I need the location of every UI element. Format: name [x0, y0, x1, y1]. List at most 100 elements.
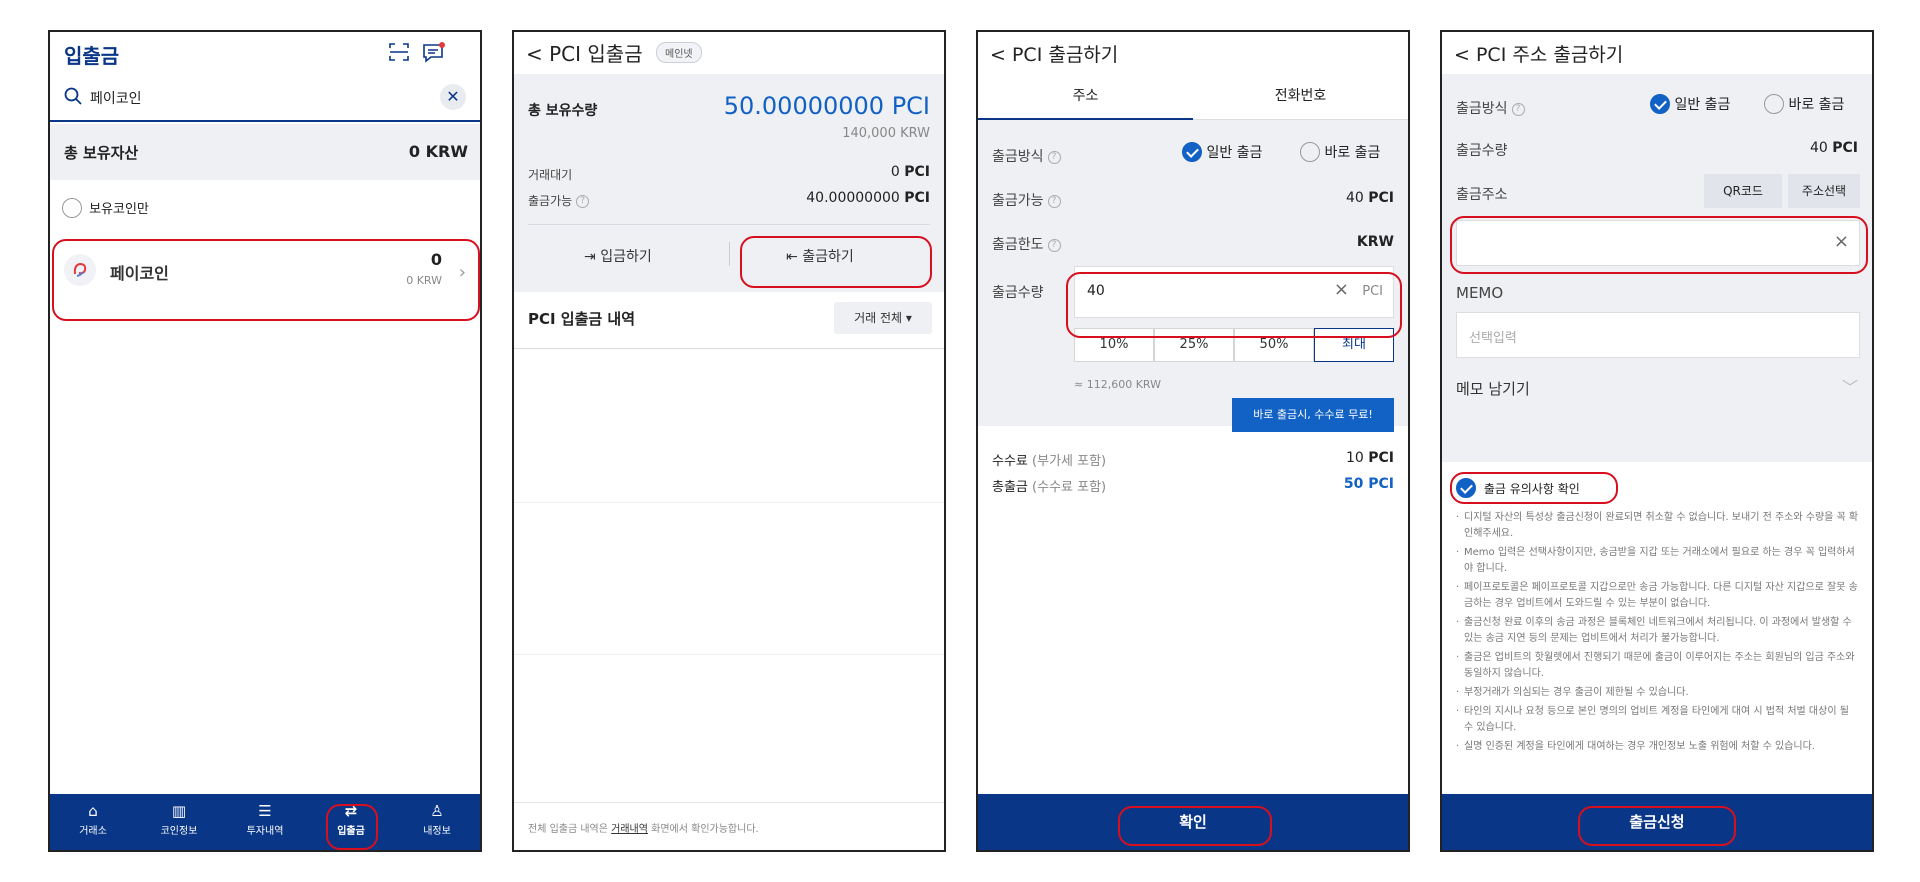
owned-only-filter[interactable]: 보유코인만 — [62, 197, 149, 218]
divider — [528, 224, 930, 225]
divider — [729, 242, 730, 266]
check-icon — [1456, 478, 1476, 498]
withdraw-icon: ⇤ — [786, 249, 798, 265]
check-icon — [1650, 94, 1670, 114]
coin-name: 페이코인 — [110, 264, 169, 283]
history-link[interactable]: 거래내역 — [611, 824, 648, 835]
address-input[interactable]: × — [1456, 220, 1860, 266]
qr-code-button[interactable]: QR코드 — [1704, 174, 1782, 208]
limit-value: KRW — [1356, 234, 1394, 250]
tab-coin-info[interactable]: ▥ 코인정보 — [136, 794, 222, 850]
clear-icon[interactable]: × — [1334, 279, 1349, 300]
holding-label: 총 보유수량 — [528, 103, 598, 119]
pct-max-button[interactable]: 최대 — [1314, 328, 1394, 362]
radio-icon — [1300, 142, 1320, 162]
tab-address[interactable]: 주소 — [978, 74, 1193, 120]
deposit-icon: ⇥ — [584, 249, 596, 265]
bottom-tab-bar: ⌂ 거래소 ▥ 코인정보 ☰ 투자내역 ⇄ 입출금 ♙ 내정보 — [50, 794, 480, 850]
qty-value: 40 PCI — [1809, 140, 1858, 156]
method-normal-option[interactable]: 일반 출금 — [1182, 142, 1262, 162]
withdraw-button[interactable]: ⇤ 출금하기 — [786, 246, 854, 266]
pct-50-button[interactable]: 50% — [1234, 328, 1314, 362]
divider — [514, 802, 944, 803]
fee-label: 수수료 (부가세 포함) — [992, 454, 1107, 469]
page-title[interactable]: < PCI 주소 출금하기 — [1454, 40, 1623, 67]
available-value: 40 PCI — [1345, 190, 1394, 206]
fee-value: 10 PCI — [1345, 450, 1394, 466]
list-item: 실명 인증된 계정을 타인에게 대여하는 경우 개인정보 노출 위험에 처할 수… — [1456, 739, 1860, 755]
list-item-paycoin[interactable]: 페이코인 0 0 KRW › — [50, 242, 480, 302]
help-icon: ? — [1047, 194, 1061, 208]
total-assets-row: 총 보유자산 0 KRW — [50, 124, 480, 180]
chevron-down-icon: ▾ — [905, 311, 912, 325]
memo-label: MEMO — [1456, 284, 1504, 302]
deposit-button[interactable]: ⇥ 입금하기 — [584, 246, 652, 266]
pending-row: 0 PCI — [890, 164, 930, 180]
search-input[interactable]: 페이코인 — [90, 88, 142, 108]
back-icon: < — [990, 44, 1006, 66]
transfer-icon: ⇄ — [344, 802, 358, 820]
list-item: 디지털 자산의 특성상 출금신청이 완료되면 취소할 수 없습니다. 보내기 전… — [1456, 510, 1860, 542]
withdraw-request-button[interactable]: 출금신청 — [1442, 794, 1872, 850]
method-normal-option[interactable]: 일반 출금 — [1650, 94, 1730, 114]
clear-search-icon[interactable]: ✕ — [440, 84, 466, 110]
tab-phone[interactable]: 전화번호 — [1193, 74, 1408, 120]
direct-withdraw-tooltip: 바로 출금시, 수수료 무료! — [1232, 398, 1394, 432]
list-item: 타인의 지시나 요청 등으로 본인 명의의 업비트 계정을 타인에게 대여 시 … — [1456, 704, 1860, 736]
tab-investments[interactable]: ☰ 투자내역 — [222, 794, 308, 850]
notice-confirm-checkbox[interactable]: 출금 유의사항 확인 — [1456, 478, 1580, 498]
chat-icon[interactable] — [422, 42, 446, 64]
method-label: 출금방식? — [1456, 98, 1525, 118]
chevron-down-icon[interactable]: ﹀ — [1842, 374, 1858, 398]
clear-icon[interactable]: × — [1834, 231, 1849, 252]
history-title: PCI 입출금 내역 — [528, 310, 636, 328]
help-icon: ? — [1511, 102, 1525, 116]
history-filter-dropdown[interactable]: 거래 전체 ▾ — [834, 302, 932, 334]
confirm-button[interactable]: 확인 — [978, 794, 1408, 850]
divider — [514, 502, 944, 503]
pct-10-button[interactable]: 10% — [1074, 328, 1154, 362]
help-icon: ? — [576, 195, 590, 208]
list-item: 출금은 업비트의 핫월렛에서 진행되기 때문에 출금이 이루어지는 주소는 회원… — [1456, 650, 1860, 682]
tab-deposit-withdraw[interactable]: ⇄ 입출금 — [308, 794, 394, 850]
divider — [514, 654, 944, 655]
page-title: PCI 입출금 — [549, 42, 643, 66]
holding-krw: 140,000 KRW — [842, 126, 930, 141]
tab-bar: 주소 전화번호 — [978, 74, 1408, 120]
method-direct-option[interactable]: 바로 출금 — [1764, 94, 1844, 114]
leave-note-label[interactable]: 메모 남기기 — [1456, 378, 1530, 399]
radio-icon — [1764, 94, 1784, 114]
address-select-button[interactable]: 주소선택 — [1788, 174, 1860, 208]
chevron-right-icon: › — [458, 262, 466, 283]
screen-pci-address-withdraw: < PCI 주소 출금하기 출금방식? 일반 출금 바로 출금 출금수량 40 … — [1440, 30, 1874, 852]
back-icon: < — [1454, 44, 1470, 66]
method-direct-option[interactable]: 바로 출금 — [1300, 142, 1380, 162]
back-icon[interactable]: < — [526, 42, 543, 66]
tab-exchange[interactable]: ⌂ 거래소 — [50, 794, 136, 850]
pct-25-button[interactable]: 25% — [1154, 328, 1234, 362]
qty-label: 출금수량 — [1456, 143, 1508, 159]
document-icon: ☰ — [258, 802, 272, 820]
history-footer: 전체 입출금 내역은 거래내역 화면에서 확인가능합니다. — [528, 824, 759, 835]
krw-estimate: ≈ 112,600 KRW — [1074, 378, 1161, 391]
search-bar[interactable]: 페이코인 ✕ — [50, 74, 480, 122]
list-item: 출금신청 완료 이후의 송금 과정은 블록체인 네트워크에서 처리됩니다. 이 … — [1456, 615, 1860, 647]
available-row: 40.00000000 PCI — [806, 190, 930, 206]
tab-my-info[interactable]: ♙ 내정보 — [394, 794, 480, 850]
total-label: 총출금 (수수료 포함) — [992, 480, 1107, 495]
owned-only-label: 보유코인만 — [89, 202, 149, 217]
page-title[interactable]: < PCI 출금하기 — [990, 40, 1118, 67]
list-item: 페이프로토콜은 페이프로토콜 지갑으로만 송금 가능합니다. 다른 디지털 자산… — [1456, 580, 1860, 612]
page-title: 입출금 — [64, 44, 120, 68]
total-value: 50 PCI — [1343, 476, 1394, 492]
memo-input[interactable]: 선택입력 — [1456, 312, 1860, 358]
search-icon — [64, 87, 82, 105]
limit-label: 출금한도? — [992, 234, 1061, 254]
help-icon: ? — [1047, 238, 1061, 252]
qty-input[interactable]: 40 × PCI — [1074, 266, 1394, 318]
scan-icon[interactable] — [388, 42, 410, 62]
owned-only-radio[interactable] — [62, 197, 82, 218]
balance-panel: 총 보유수량 50.00000000 PCI 140,000 KRW 거래대기 … — [514, 74, 944, 292]
back-header[interactable]: < PCI 입출금 — [526, 38, 643, 67]
chart-icon: ▥ — [171, 802, 187, 820]
